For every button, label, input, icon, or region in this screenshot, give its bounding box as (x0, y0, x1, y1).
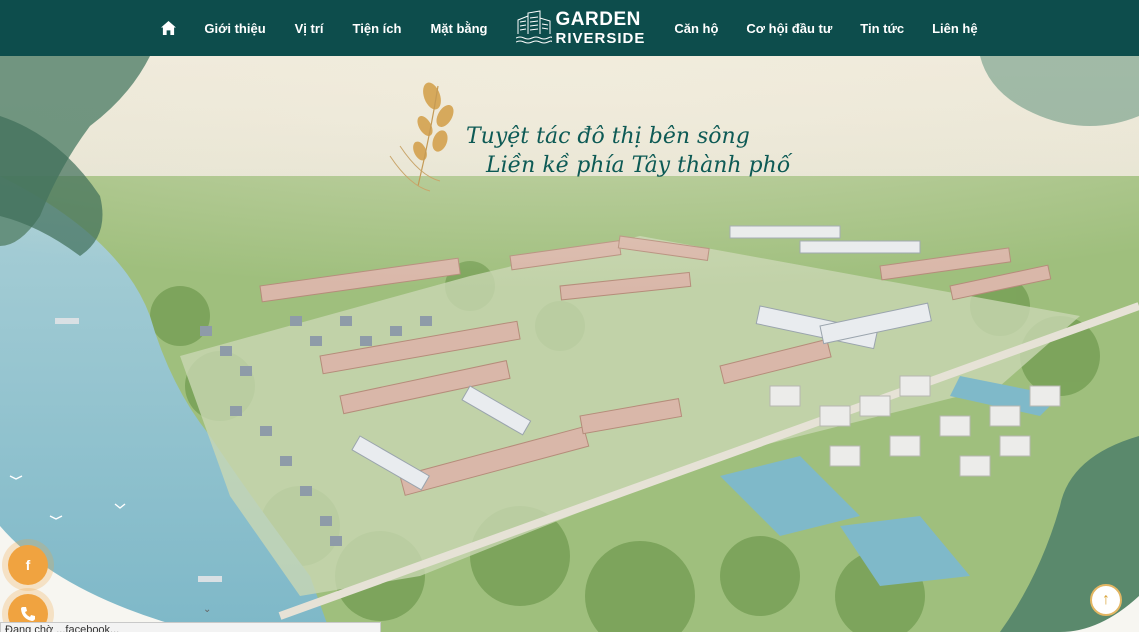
logo-line2: RIVERSIDE (555, 30, 646, 47)
nav-link-can-ho[interactable]: Căn hộ (674, 21, 718, 36)
page: Giới thiệu Vị trí Tiện ích Mặt bằng GARD… (0, 0, 1139, 632)
nav-inner: Giới thiệu Vị trí Tiện ích Mặt bằng GARD… (161, 0, 978, 56)
home-link[interactable] (161, 21, 177, 35)
browser-status-bar: Đang chờ ...facebook... (0, 622, 381, 632)
nav-link-gioi-thieu[interactable]: Giới thiệu (204, 21, 265, 36)
scroll-top-button[interactable]: ↑ (1090, 584, 1122, 616)
logo-line1: GARDEN (555, 9, 641, 30)
chevron-down-icon: ⌄ (203, 604, 212, 615)
logo-text: GARDEN RIVERSIDE (556, 10, 646, 46)
nav-link-lien-he[interactable]: Liên hệ (932, 21, 978, 36)
site-logo[interactable]: GARDEN RIVERSIDE (515, 8, 646, 48)
hero-banner: Tuyệt tác đô thị bên sông Liền kề phía T… (0, 56, 1139, 632)
hero-tagline: Tuyệt tác đô thị bên sông Liền kề phía T… (466, 124, 790, 178)
nav-link-mat-bang[interactable]: Mặt bằng (430, 21, 487, 36)
nav-link-co-hoi-dau-tu[interactable]: Cơ hội đầu tư (746, 21, 832, 36)
top-navbar: Giới thiệu Vị trí Tiện ích Mặt bằng GARD… (0, 0, 1139, 56)
logo-building-icon (515, 10, 552, 44)
facebook-icon: f (25, 557, 31, 573)
arrow-up-icon: ↑ (1102, 591, 1110, 608)
phone-icon (21, 607, 35, 621)
tagline-line2: Liền kề phía Tây thành phố (486, 153, 791, 178)
nav-left-links: Giới thiệu Vị trí Tiện ích Mặt bằng (204, 21, 515, 36)
facebook-button[interactable]: f (8, 545, 48, 585)
nav-link-tien-ich[interactable]: Tiện ích (353, 21, 402, 36)
nav-link-vi-tri[interactable]: Vị trí (295, 21, 324, 36)
home-icon (161, 21, 177, 35)
nav-right-links: Căn hộ Cơ hội đầu tư Tin tức Liên hệ (645, 21, 977, 36)
nav-link-tin-tuc[interactable]: Tin tức (860, 21, 904, 36)
tagline-line1: Tuyệt tác đô thị bên sông (466, 124, 750, 149)
